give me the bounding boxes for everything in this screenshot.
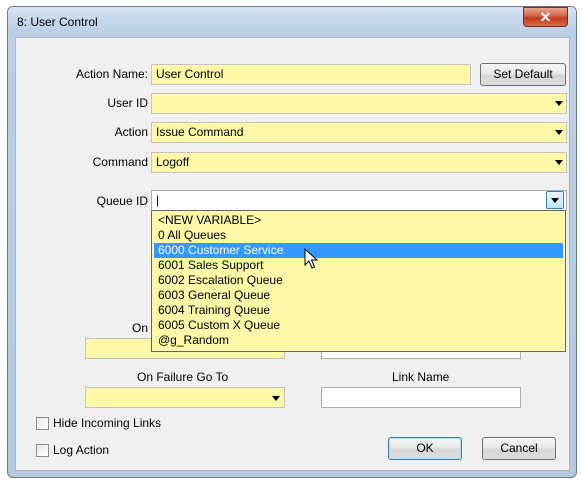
log-action-label: Log Action	[53, 443, 110, 457]
dropdown-option[interactable]: 6004 Training Queue	[154, 303, 563, 318]
action-dropdown-arrow-icon[interactable]	[555, 130, 563, 135]
command-dropdown-arrow-icon[interactable]	[555, 160, 563, 165]
dropdown-option[interactable]: <NEW VARIABLE>	[154, 213, 563, 228]
action-label: Action	[114, 125, 148, 139]
on-failure-select[interactable]	[85, 387, 285, 408]
set-default-button[interactable]: Set Default	[480, 63, 566, 86]
action-name-input[interactable]: User Control	[151, 64, 471, 85]
dropdown-option[interactable]: 6003 General Queue	[154, 288, 563, 303]
chevron-down-icon	[551, 198, 559, 203]
on-failure-dropdown-arrow-icon[interactable]	[272, 396, 280, 401]
ok-button[interactable]: OK	[388, 437, 462, 460]
queue-id-label: Queue ID	[96, 194, 148, 208]
dropdown-option[interactable]: 6001 Sales Support	[154, 258, 563, 273]
dropdown-option[interactable]: 6002 Escalation Queue	[154, 273, 563, 288]
dropdown-option[interactable]: @g_Random	[154, 333, 563, 348]
command-select[interactable]: Logoff	[151, 152, 567, 173]
command-label: Command	[92, 155, 148, 169]
window-title: 8: User Control	[17, 15, 98, 29]
dropdown-option[interactable]: 0 All Queues	[154, 228, 563, 243]
on-success-label: On	[132, 321, 149, 335]
user-id-label: User ID	[107, 96, 148, 110]
cancel-button[interactable]: Cancel	[482, 437, 556, 460]
action-name-label: Action Name:	[75, 67, 148, 81]
user-id-select[interactable]	[151, 93, 567, 114]
close-button[interactable]: ✕	[523, 7, 568, 27]
dropdown-option-selected[interactable]: 6000 Customer Service	[154, 243, 563, 258]
link-name-input[interactable]	[321, 387, 521, 408]
user-id-dropdown-arrow-icon[interactable]	[555, 101, 563, 106]
on-failure-label: On Failure Go To	[137, 370, 229, 384]
link-name-label: Link Name	[392, 370, 450, 384]
queue-id-dropdown-list: <NEW VARIABLE> 0 All Queues 6000 Custome…	[151, 210, 566, 352]
mouse-pointer-icon	[304, 248, 318, 269]
log-action-checkbox[interactable]	[36, 444, 49, 457]
queue-id-input[interactable]: |	[151, 190, 567, 211]
action-select[interactable]: Issue Command	[151, 122, 567, 143]
hide-incoming-links-checkbox[interactable]	[36, 417, 49, 430]
dropdown-option[interactable]: 6005 Custom X Queue	[154, 318, 563, 333]
hide-incoming-links-label: Hide Incoming Links	[53, 416, 162, 430]
